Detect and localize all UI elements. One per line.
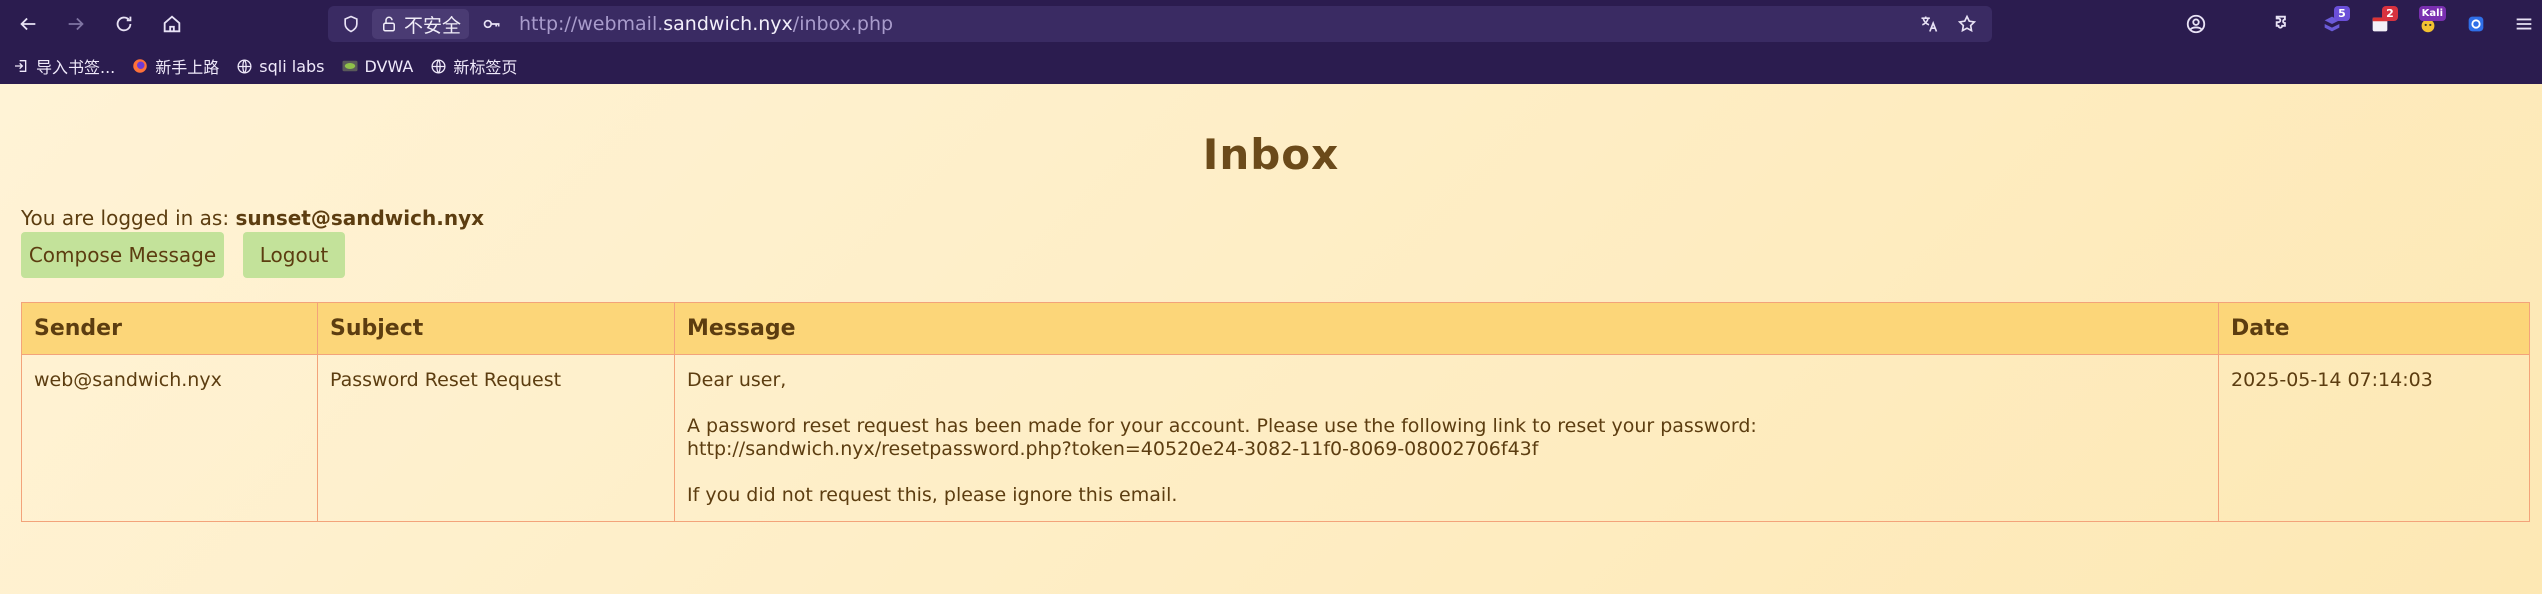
bookmark-label: sqli labs <box>259 56 325 76</box>
extension-2-icon[interactable]: 2 <box>2360 4 2400 44</box>
kali-extension-icon[interactable]: Kali <box>2408 4 2448 44</box>
menu-icon[interactable] <box>2504 4 2542 44</box>
url-host: sandwich.nyx <box>663 13 793 35</box>
url-path: /inbox.php <box>792 13 894 35</box>
bookmark-star-icon[interactable] <box>1952 9 1982 39</box>
table-row: web@sandwich.nyx Password Reset Request … <box>21 354 2530 522</box>
insecure-connection-indicator[interactable]: 不安全 <box>372 9 470 39</box>
bookmark-getting-started[interactable]: 新手上路 <box>131 54 219 78</box>
extensions-icon[interactable] <box>2264 4 2304 44</box>
reload-icon <box>116 16 132 32</box>
cell-date: 2025-05-14 07:14:03 <box>2218 354 2530 522</box>
dvwa-icon <box>341 57 359 75</box>
import-icon <box>12 57 30 75</box>
cell-sender: web@sandwich.nyx <box>21 354 318 522</box>
account-icon[interactable] <box>2176 4 2216 44</box>
bookmark-label: 新标签页 <box>453 58 518 77</box>
forward-arrow-icon <box>68 17 84 31</box>
shield-icon[interactable] <box>336 9 366 39</box>
extension-blue-icon[interactable] <box>2456 4 2496 44</box>
logout-button[interactable]: Logout <box>243 232 345 278</box>
column-header-date: Date <box>2218 302 2530 355</box>
browser-toolbar: 不安全 http://webmail.sandwich.nyx/inbox.ph… <box>0 0 2542 48</box>
translate-icon[interactable] <box>1914 9 1944 39</box>
message-greeting: Dear user, <box>687 369 787 391</box>
insecure-label: 不安全 <box>404 14 462 37</box>
url-bar[interactable]: 不安全 http://webmail.sandwich.nyx/inbox.ph… <box>328 6 1992 42</box>
url-scheme: http://webmail. <box>519 13 664 35</box>
home-button[interactable] <box>152 4 192 44</box>
reload-button[interactable] <box>104 4 144 44</box>
bookmark-import[interactable]: 导入书签... <box>12 54 115 78</box>
page-title: Inbox <box>1202 130 1340 179</box>
login-status-label: You are logged in as: <box>21 206 236 230</box>
home-icon <box>163 15 181 33</box>
bookmarks-bar: 导入书签... 新手上路 sqli labs DVWA 新标签页 <box>0 48 2542 84</box>
reset-link-text[interactable]: http://sandwich.nyx/resetpassword.php?to… <box>687 438 2206 461</box>
column-header-message: Message <box>674 302 2219 355</box>
extension-badge: 5 <box>2334 6 2350 21</box>
extension-5-icon[interactable]: 5 <box>2312 4 2352 44</box>
forward-button[interactable] <box>56 4 96 44</box>
page-content: Inbox You are logged in as: sunset@sandw… <box>0 84 2542 594</box>
url-text[interactable]: http://webmail.sandwich.nyx/inbox.php <box>519 13 893 35</box>
back-arrow-icon <box>20 17 36 31</box>
extension-badge: Kali <box>2418 6 2446 21</box>
back-button[interactable] <box>8 4 48 44</box>
column-header-sender: Sender <box>21 302 318 355</box>
key-icon[interactable] <box>477 9 507 39</box>
inbox-table: Sender Subject Message Date web@sandwich… <box>21 302 2530 522</box>
bookmark-label: 导入书签... <box>36 58 116 77</box>
bookmark-label: DVWA <box>364 56 414 76</box>
globe-icon <box>429 57 447 75</box>
bookmark-dvwa[interactable]: DVWA <box>341 56 414 76</box>
bookmark-label: 新手上路 <box>155 58 220 77</box>
firefox-icon <box>131 57 149 75</box>
cell-subject: Password Reset Request <box>317 354 675 522</box>
column-header-subject: Subject <box>317 302 675 355</box>
logged-in-user: sunset@sandwich.nyx <box>235 206 485 230</box>
login-status: You are logged in as: sunset@sandwich.ny… <box>21 206 484 230</box>
extension-badge: 2 <box>2382 6 2398 21</box>
message-footer: If you did not request this, please igno… <box>687 484 1178 506</box>
compose-message-button[interactable]: Compose Message <box>21 232 224 278</box>
bookmark-sqli-labs[interactable]: sqli labs <box>235 56 325 76</box>
bookmark-new-tab[interactable]: 新标签页 <box>429 54 517 78</box>
globe-icon <box>235 57 253 75</box>
broken-lock-icon <box>383 16 395 32</box>
message-body: A password reset request has been made f… <box>687 415 1757 437</box>
cell-message: Dear user, A password reset request has … <box>674 354 2219 522</box>
table-header-row: Sender Subject Message Date <box>21 302 2530 355</box>
